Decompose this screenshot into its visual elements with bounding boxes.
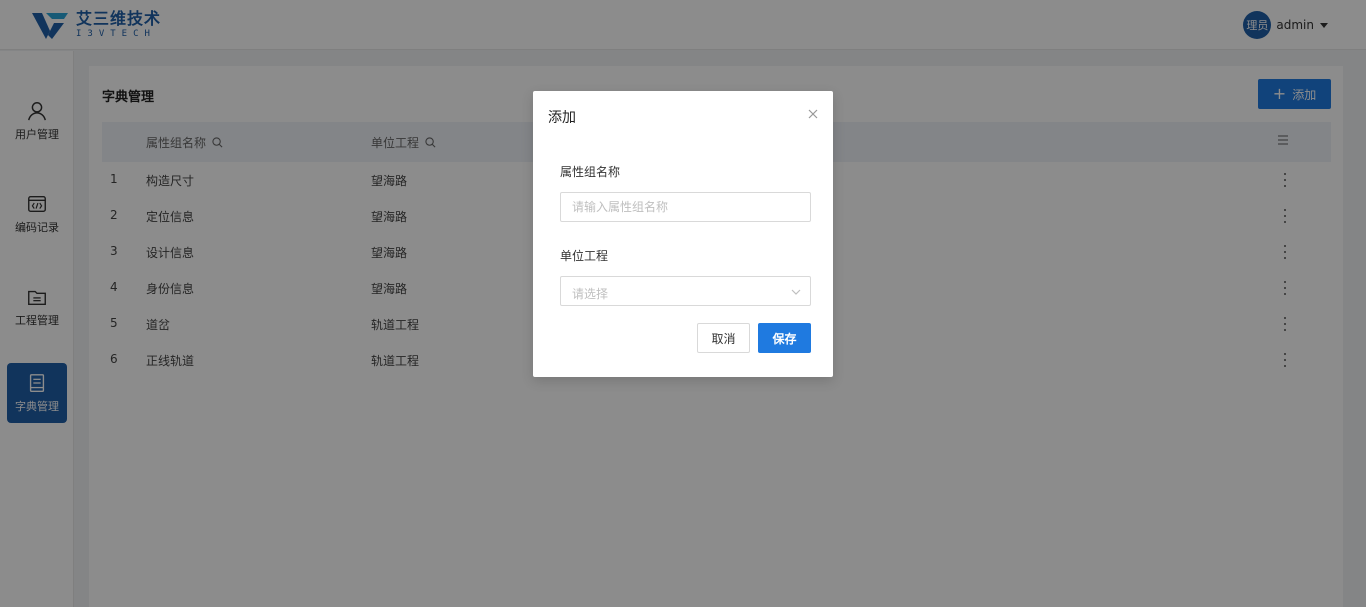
dialog-title: 添加 bbox=[548, 110, 576, 126]
group-name-label: 属性组名称 bbox=[560, 165, 621, 179]
unit-project-label: 单位工程 bbox=[560, 249, 609, 263]
chevron-down-icon bbox=[791, 289, 801, 295]
close-icon[interactable] bbox=[808, 109, 818, 119]
select-placeholder: 请选择 bbox=[572, 287, 609, 301]
add-dialog: 添加 属性组名称 单位工程 请选择 取消 保存 bbox=[533, 91, 833, 377]
save-button[interactable]: 保存 bbox=[758, 323, 811, 353]
cancel-button[interactable]: 取消 bbox=[697, 323, 750, 353]
group-name-input[interactable] bbox=[560, 192, 811, 222]
unit-project-select[interactable]: 请选择 bbox=[560, 276, 811, 306]
